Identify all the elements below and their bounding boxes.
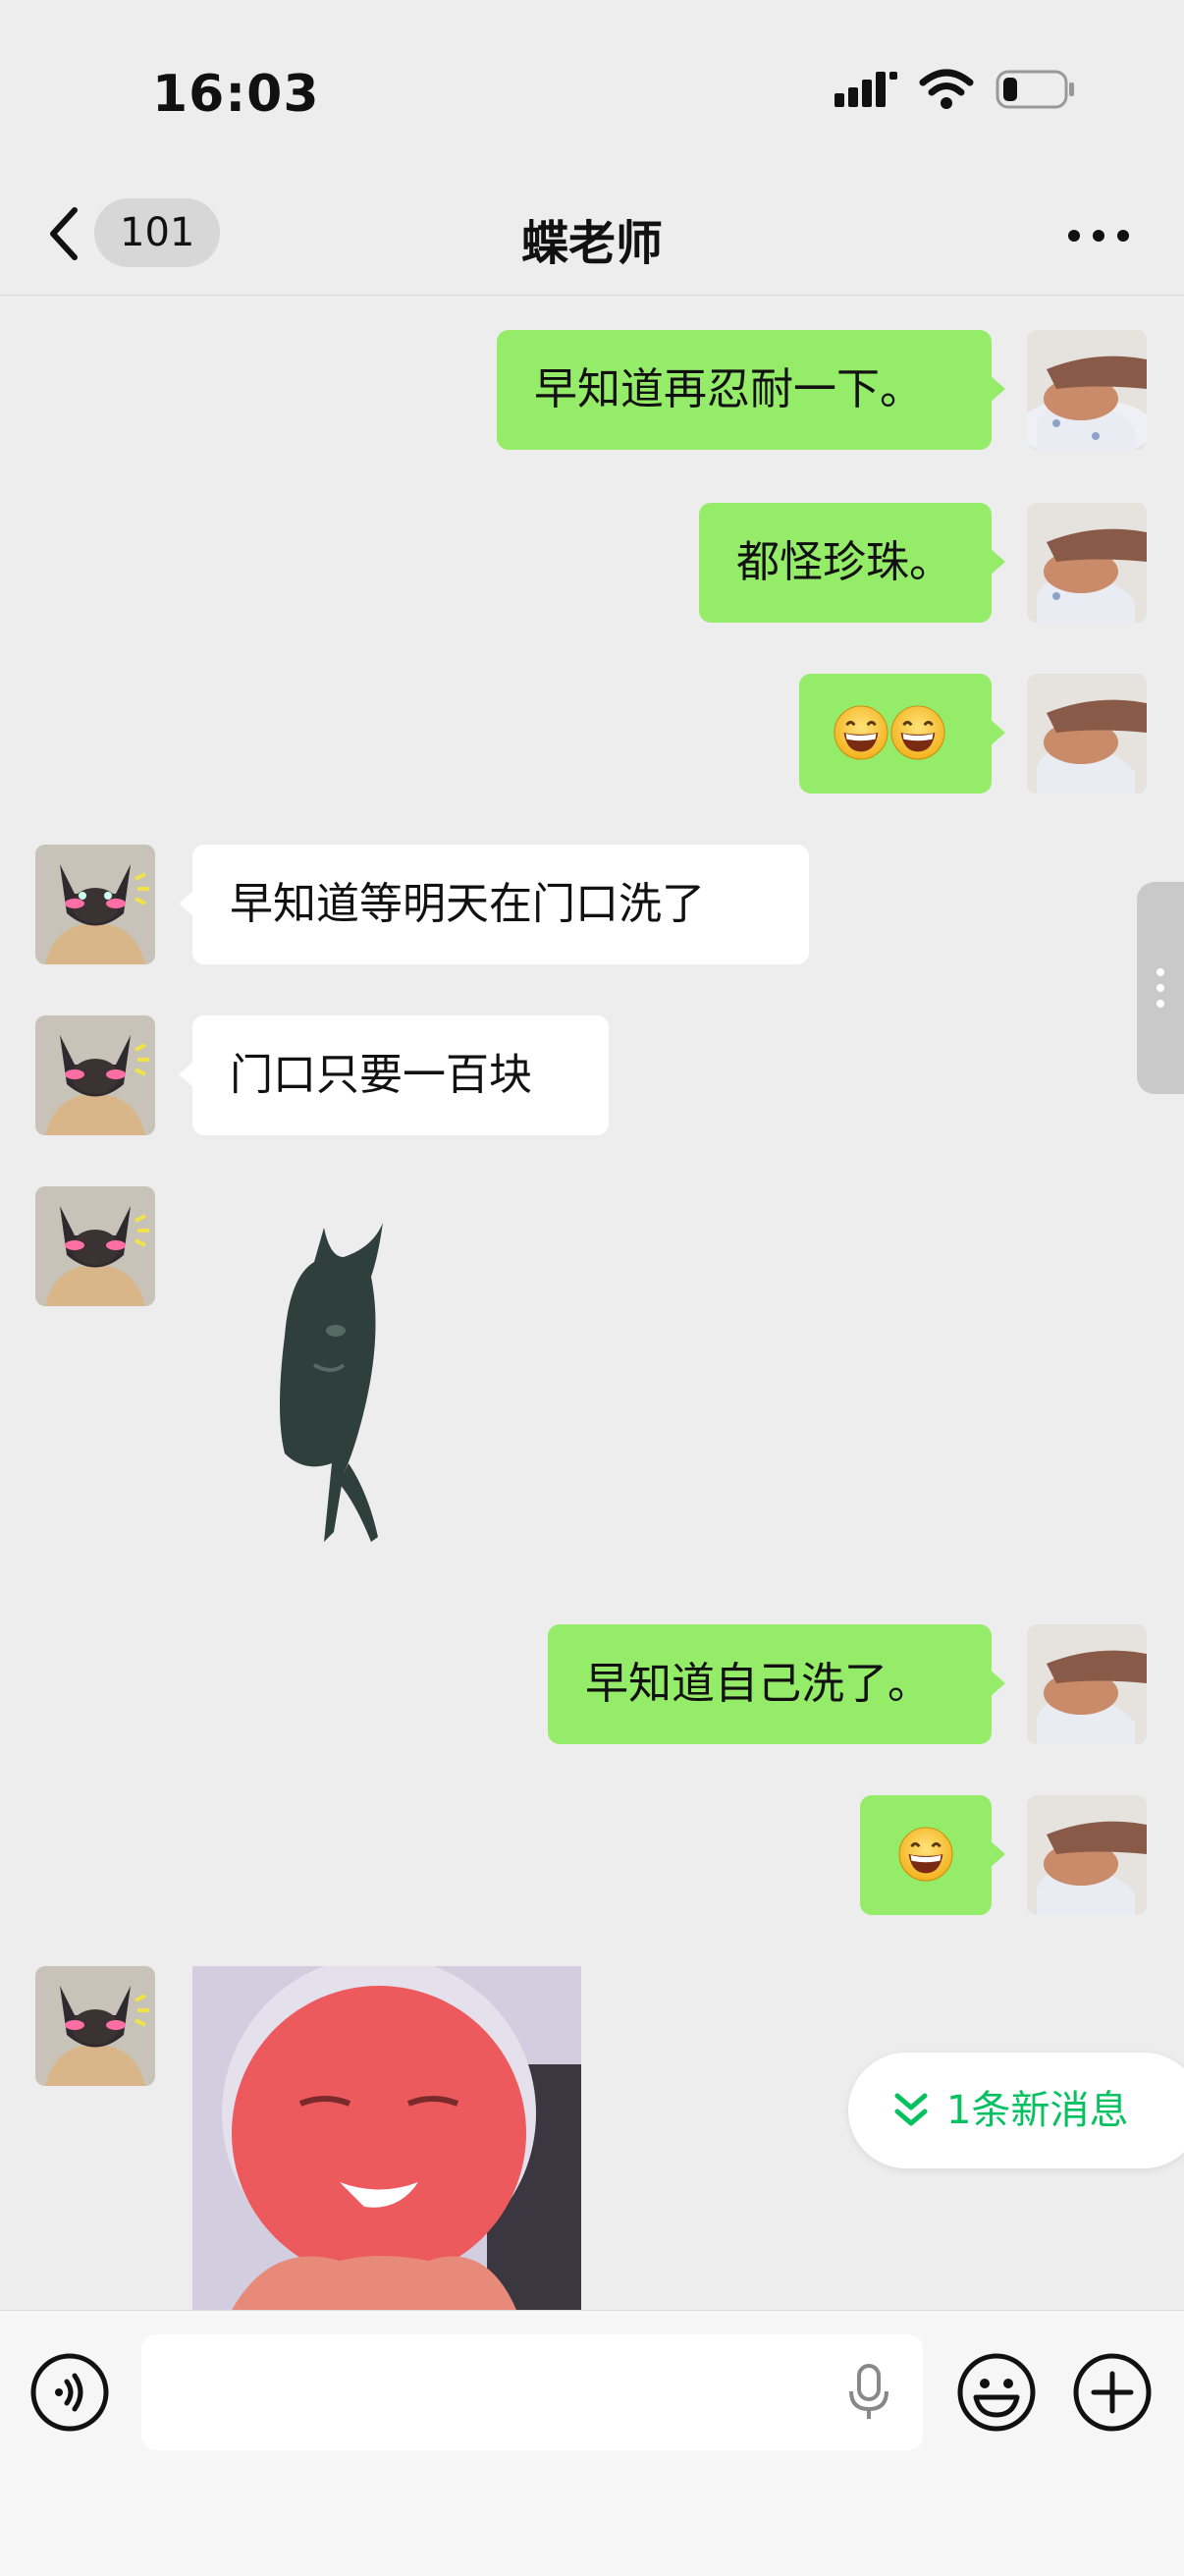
my-avatar[interactable] bbox=[1027, 503, 1147, 623]
my-avatar[interactable] bbox=[1027, 674, 1147, 794]
wifi-icon bbox=[919, 69, 974, 109]
contact-avatar[interactable] bbox=[35, 1966, 155, 2086]
incoming-message-bubble[interactable]: 门口只要一百块 bbox=[179, 1015, 609, 1135]
microphone-icon[interactable] bbox=[844, 2362, 893, 2423]
my-avatar[interactable] bbox=[1027, 330, 1147, 450]
status-time: 16:03 bbox=[152, 65, 320, 124]
contact-avatar[interactable] bbox=[35, 1015, 155, 1135]
message-input[interactable] bbox=[141, 2334, 923, 2450]
grinning-face-icon bbox=[898, 1827, 953, 1882]
add-attachment-icon[interactable] bbox=[1072, 2352, 1153, 2433]
chat-header: 101 蝶老师 bbox=[0, 177, 1184, 296]
input-bar bbox=[0, 2310, 1184, 2576]
side-drawer-handle[interactable] bbox=[1137, 882, 1184, 1094]
chat-title: 蝶老师 bbox=[520, 216, 663, 271]
emoji-picker-icon[interactable] bbox=[956, 2352, 1037, 2433]
incoming-message-bubble[interactable]: 早知道等明天在门口洗了 bbox=[179, 845, 809, 964]
contact-avatar[interactable] bbox=[35, 845, 155, 964]
status-icons bbox=[834, 69, 1076, 110]
dancing-dark-figure-sticker[interactable] bbox=[245, 1218, 442, 1552]
grinning-face-icon bbox=[890, 705, 945, 760]
outgoing-message-bubble[interactable]: 早知道自己洗了。 bbox=[548, 1624, 1005, 1744]
pink-face-sticker[interactable] bbox=[192, 1966, 581, 2310]
more-options-icon[interactable] bbox=[1064, 216, 1133, 255]
new-messages-button[interactable]: 1条新消息 bbox=[848, 2053, 1184, 2168]
outgoing-emoji-bubble[interactable] bbox=[799, 674, 1005, 794]
grinning-face-icon bbox=[834, 705, 888, 760]
my-avatar[interactable] bbox=[1027, 1624, 1147, 1744]
outgoing-message-bubble[interactable]: 早知道再忍耐一下。 bbox=[497, 330, 1005, 450]
status-bar: 16:03 bbox=[0, 0, 1184, 177]
double-chevron-down-icon bbox=[894, 2093, 928, 2126]
voice-toggle-icon[interactable] bbox=[29, 2352, 110, 2433]
contact-avatar[interactable] bbox=[35, 1186, 155, 1306]
outgoing-message-bubble[interactable]: 都怪珍珠。 bbox=[699, 503, 1005, 623]
signal-icon bbox=[834, 72, 897, 107]
battery-icon bbox=[996, 70, 1074, 109]
outgoing-emoji-bubble[interactable] bbox=[860, 1795, 1005, 1915]
new-messages-label: 1条新消息 bbox=[946, 2088, 1129, 2133]
my-avatar[interactable] bbox=[1027, 1795, 1147, 1915]
